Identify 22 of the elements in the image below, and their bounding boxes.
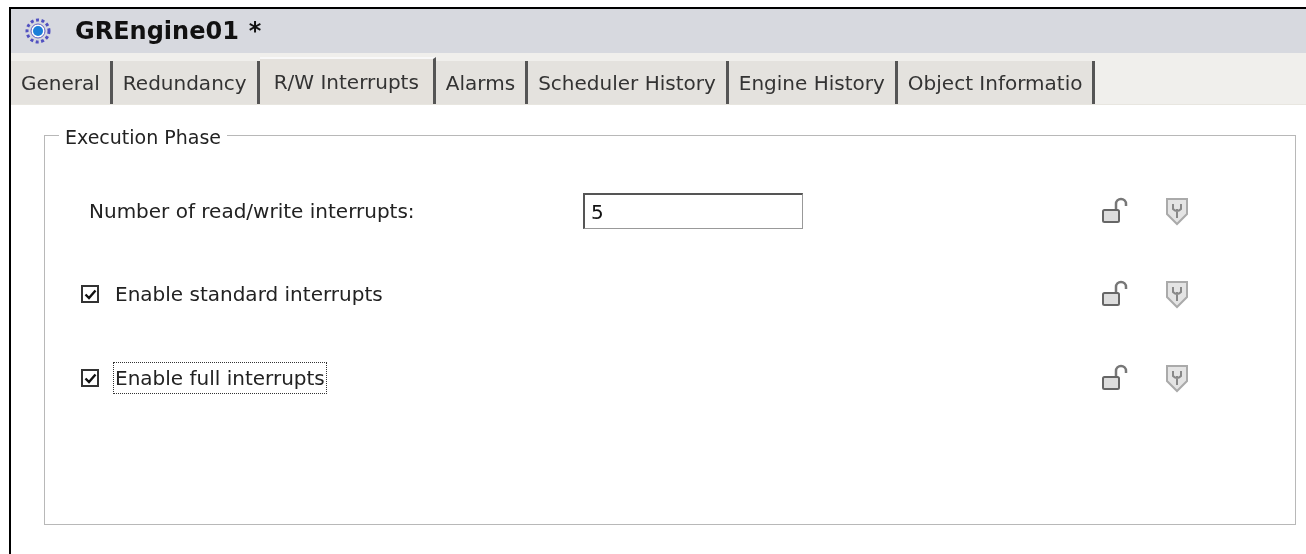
shield-icon[interactable] xyxy=(1164,196,1190,226)
tab[interactable]: Alarms xyxy=(435,61,529,104)
gear-icon xyxy=(23,16,53,46)
field-label: Number of read/write interrupts: xyxy=(89,198,416,225)
checkbox[interactable] xyxy=(81,369,99,387)
unlocked-padlock-icon[interactable] xyxy=(1100,196,1130,226)
tab[interactable]: Redundancy xyxy=(112,61,260,104)
shield-icon[interactable] xyxy=(1164,279,1190,309)
window-title: GREngine01 xyxy=(75,16,239,47)
tab[interactable]: Object Informatio xyxy=(897,61,1096,104)
shield-icon[interactable] xyxy=(1164,363,1190,393)
tab[interactable]: General xyxy=(11,61,113,104)
number-field[interactable]: 5 xyxy=(583,193,803,229)
unlocked-padlock-icon[interactable] xyxy=(1100,363,1130,393)
checkbox-label: Enable standard interrupts xyxy=(114,281,384,308)
unlocked-padlock-icon[interactable] xyxy=(1100,279,1130,309)
checkbox[interactable] xyxy=(81,285,99,303)
tab[interactable]: R/W Interrupts xyxy=(259,57,436,104)
tab[interactable]: Scheduler History xyxy=(528,61,729,104)
modified-mark: * xyxy=(248,16,262,47)
checkbox-label: Enable full interrupts xyxy=(113,362,327,394)
tab[interactable]: Engine History xyxy=(728,61,898,104)
